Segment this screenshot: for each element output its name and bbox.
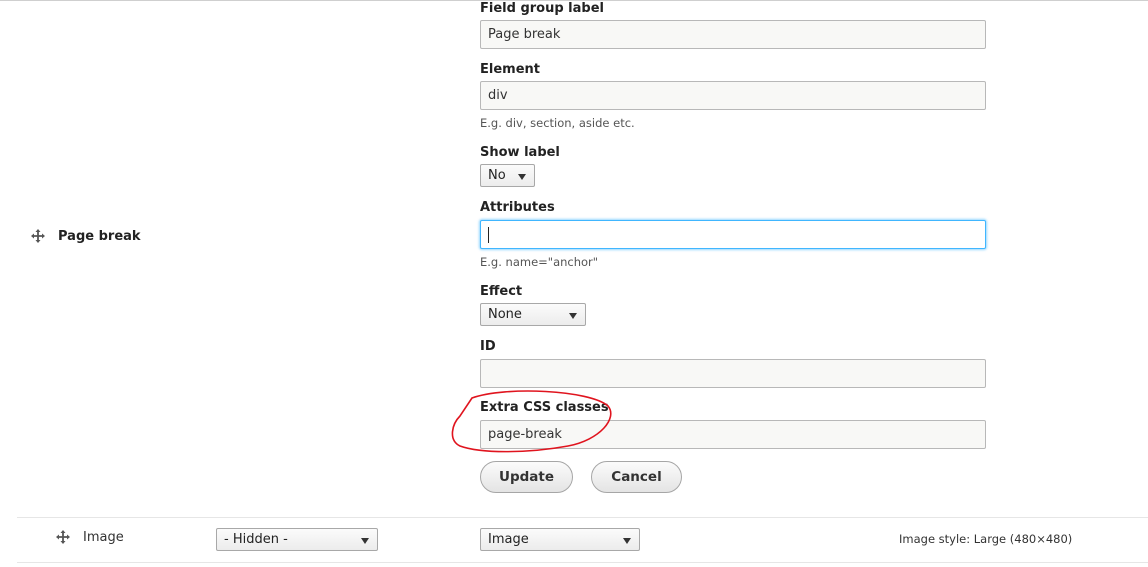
field-group-label-label: Field group label	[480, 1, 604, 16]
text-cursor	[488, 227, 489, 243]
row-divider	[17, 517, 1148, 518]
formatter-select[interactable]: Image	[480, 528, 640, 551]
attributes-input[interactable]	[480, 220, 986, 249]
formatter-selected: Image	[488, 532, 529, 547]
row-title-page-break: Page break	[58, 229, 141, 244]
update-button[interactable]: Update	[480, 461, 573, 493]
chevron-down-icon	[569, 313, 577, 319]
chevron-down-icon	[518, 174, 526, 180]
attributes-description: E.g. name="anchor"	[480, 255, 599, 269]
element-description: E.g. div, section, aside etc.	[480, 116, 635, 130]
id-label: ID	[480, 339, 496, 354]
label-display-selected: - Hidden -	[224, 532, 288, 547]
attributes-label: Attributes	[480, 200, 555, 215]
cancel-button[interactable]: Cancel	[591, 461, 682, 493]
move-cross-icon	[55, 529, 71, 545]
id-input[interactable]	[480, 359, 986, 388]
label-display-select[interactable]: - Hidden -	[216, 528, 378, 551]
chevron-down-icon	[623, 538, 631, 544]
extra-css-classes-input[interactable]	[480, 420, 986, 449]
show-label-label: Show label	[480, 145, 560, 160]
show-label-select[interactable]: No	[480, 164, 535, 187]
effect-select[interactable]: None	[480, 303, 586, 326]
effect-selected: None	[488, 307, 522, 322]
chevron-down-icon	[361, 538, 369, 544]
row-divider	[17, 562, 1148, 563]
drag-handle-page-break[interactable]	[30, 228, 46, 244]
effect-label: Effect	[480, 284, 523, 299]
show-label-selected: No	[488, 168, 506, 183]
element-label: Element	[480, 62, 540, 77]
element-input[interactable]	[480, 81, 986, 110]
extra-css-classes-label: Extra CSS classes	[480, 400, 609, 415]
row-title-image: Image	[83, 530, 124, 545]
field-group-label-input[interactable]	[480, 20, 986, 49]
move-cross-icon	[30, 228, 46, 244]
formatter-summary: Image style: Large (480×480)	[899, 532, 1073, 546]
drag-handle-image[interactable]	[55, 529, 71, 545]
